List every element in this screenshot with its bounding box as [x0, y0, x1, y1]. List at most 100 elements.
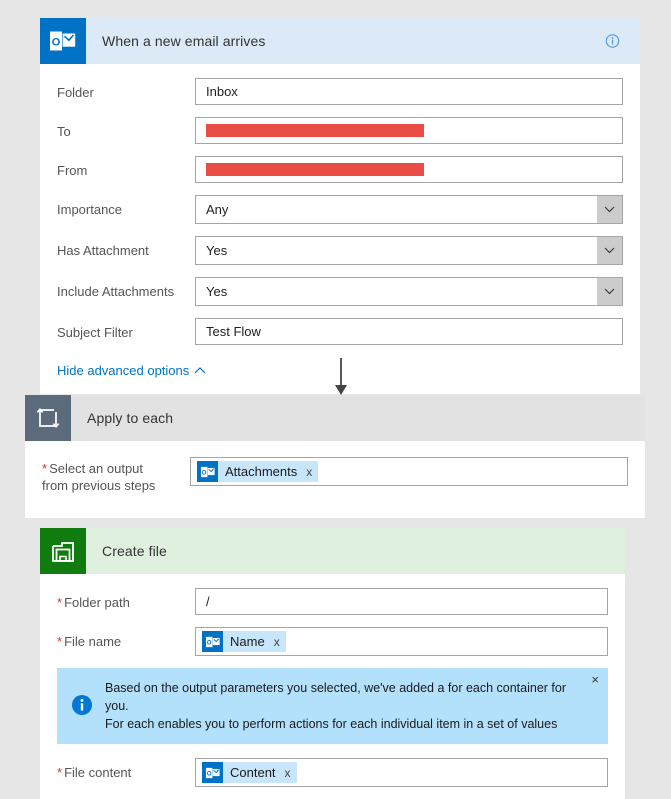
chevron-down-icon[interactable] — [597, 196, 622, 223]
apply-to-each-card: Apply to each * Select an output from pre… — [25, 395, 645, 518]
from-input[interactable] — [195, 156, 623, 183]
field-row-importance: Importance Any — [57, 195, 623, 224]
field-row-file-name: * File name O Name x — [57, 627, 608, 656]
token-content-label: Content — [230, 765, 276, 780]
file-content-input[interactable]: O Content x — [195, 758, 608, 787]
trigger-form: Folder Inbox To From Importance Any Has … — [40, 64, 640, 394]
chevron-up-glyph — [194, 367, 206, 374]
field-label-subject-filter: Subject Filter — [57, 325, 133, 340]
trigger-title: When a new email arrives — [102, 33, 266, 49]
token-remove-icon[interactable]: x — [274, 635, 280, 649]
to-input[interactable] — [195, 117, 623, 144]
create-file-card: Create file * Folder path / * File name O — [40, 528, 625, 799]
field-row-from: From — [57, 156, 623, 183]
file-name-label: File name — [64, 634, 122, 649]
chevron-down-glyph — [604, 247, 615, 254]
field-label-include-attachments: Include Attachments — [57, 284, 175, 299]
redaction-bar-to — [206, 124, 424, 137]
token-name[interactable]: O Name x — [202, 631, 286, 652]
field-row-include-attachments: Include Attachments Yes — [57, 277, 623, 306]
hide-advanced-options-link[interactable]: Hide advanced options — [57, 357, 206, 394]
info-banner-text: Based on the output parameters you selec… — [105, 679, 578, 733]
importance-dropdown-value: Any — [206, 202, 229, 217]
apply-to-each-body: * Select an output from previous steps O … — [25, 441, 645, 518]
field-row-folder: Folder Inbox — [57, 78, 623, 105]
required-asterisk: * — [57, 765, 63, 780]
outlook-icon: O — [202, 631, 223, 652]
select-output-label-line2: from previous steps — [42, 478, 156, 493]
field-label-folder: Folder — [57, 85, 94, 100]
token-content[interactable]: O Content x — [202, 762, 297, 783]
token-attachments-label: Attachments — [225, 464, 298, 479]
file-folder-icon — [40, 528, 86, 574]
folder-input-value: Inbox — [206, 84, 238, 99]
field-row-folder-path: * Folder path / — [57, 588, 608, 615]
field-row-subject-filter: Subject Filter Test Flow — [57, 318, 623, 345]
field-label-from: From — [57, 163, 88, 178]
apply-to-each-title: Apply to each — [87, 410, 174, 426]
token-name-label: Name — [230, 634, 265, 649]
chevron-down-glyph — [604, 206, 615, 213]
field-row-has-attachment: Has Attachment Yes — [57, 236, 623, 265]
chevron-up-icon — [194, 367, 206, 374]
importance-dropdown[interactable]: Any — [195, 195, 623, 224]
create-file-header[interactable]: Create file — [40, 528, 625, 574]
has-attachment-dropdown-value: Yes — [206, 243, 228, 258]
field-label-select-output: * Select an output from previous steps — [42, 457, 190, 494]
field-label-importance: Importance — [57, 202, 123, 217]
has-attachment-dropdown[interactable]: Yes — [195, 236, 623, 265]
token-remove-icon[interactable]: x — [285, 766, 291, 780]
svg-text:O: O — [206, 771, 211, 777]
redaction-bar-from — [206, 163, 424, 176]
hide-advanced-options-label: Hide advanced options — [57, 363, 190, 378]
subject-filter-input[interactable]: Test Flow — [195, 318, 623, 345]
outlook-glyph: O — [50, 31, 76, 51]
create-file-form: * Folder path / * File name O Name x Bas… — [40, 574, 625, 787]
field-label-file-name: * File name — [57, 627, 195, 650]
include-attachments-dropdown-value: Yes — [206, 284, 228, 299]
svg-text:O: O — [206, 640, 211, 646]
info-banner-line2: For each enables you to perform actions … — [105, 717, 558, 731]
token-attachments[interactable]: O Attachments x — [197, 461, 319, 482]
loop-icon — [25, 395, 71, 441]
field-label-has-attachment: Has Attachment — [57, 243, 149, 258]
create-file-title: Create file — [102, 543, 167, 559]
field-row-file-content: * File content O Content x — [57, 758, 608, 787]
info-banner-line1: Based on the output parameters you selec… — [105, 681, 567, 713]
folder-path-label: Folder path — [64, 595, 130, 610]
info-circle-glyph — [72, 694, 92, 715]
chevron-down-icon[interactable] — [597, 278, 622, 305]
info-banner: Based on the output parameters you selec… — [57, 668, 608, 744]
select-output-label-line1: Select an output — [49, 461, 144, 476]
select-output-input[interactable]: O Attachments x — [190, 457, 628, 486]
folder-path-input-value: / — [206, 594, 210, 609]
field-label-to: To — [57, 124, 71, 139]
required-asterisk: * — [42, 461, 48, 476]
info-icon[interactable] — [605, 34, 620, 49]
required-asterisk: * — [57, 634, 63, 649]
close-icon[interactable]: × — [591, 673, 599, 686]
field-row-select-output: * Select an output from previous steps O … — [42, 457, 628, 494]
field-label-file-content: * File content — [57, 758, 195, 781]
token-remove-icon[interactable]: x — [306, 465, 312, 479]
outlook-glyph: O — [200, 466, 215, 477]
chevron-down-glyph — [604, 288, 615, 295]
field-label-folder-path: * Folder path — [57, 588, 195, 611]
file-content-label: File content — [64, 765, 132, 780]
file-folder-glyph — [52, 542, 74, 562]
folder-path-input[interactable]: / — [195, 588, 608, 615]
subject-filter-input-value: Test Flow — [206, 324, 261, 339]
svg-text:O: O — [201, 470, 206, 476]
outlook-glyph: O — [205, 767, 220, 778]
trigger-card: O When a new email arrives Folder Inbox … — [40, 18, 640, 394]
svg-text:O: O — [52, 36, 61, 48]
field-row-to: To — [57, 117, 623, 144]
trigger-card-header[interactable]: O When a new email arrives — [40, 18, 640, 64]
outlook-icon: O — [197, 461, 218, 482]
include-attachments-dropdown[interactable]: Yes — [195, 277, 623, 306]
chevron-down-icon[interactable] — [597, 237, 622, 264]
info-circle-icon — [71, 694, 93, 719]
file-name-input[interactable]: O Name x — [195, 627, 608, 656]
folder-input[interactable]: Inbox — [195, 78, 623, 105]
apply-to-each-header[interactable]: Apply to each — [25, 395, 645, 441]
